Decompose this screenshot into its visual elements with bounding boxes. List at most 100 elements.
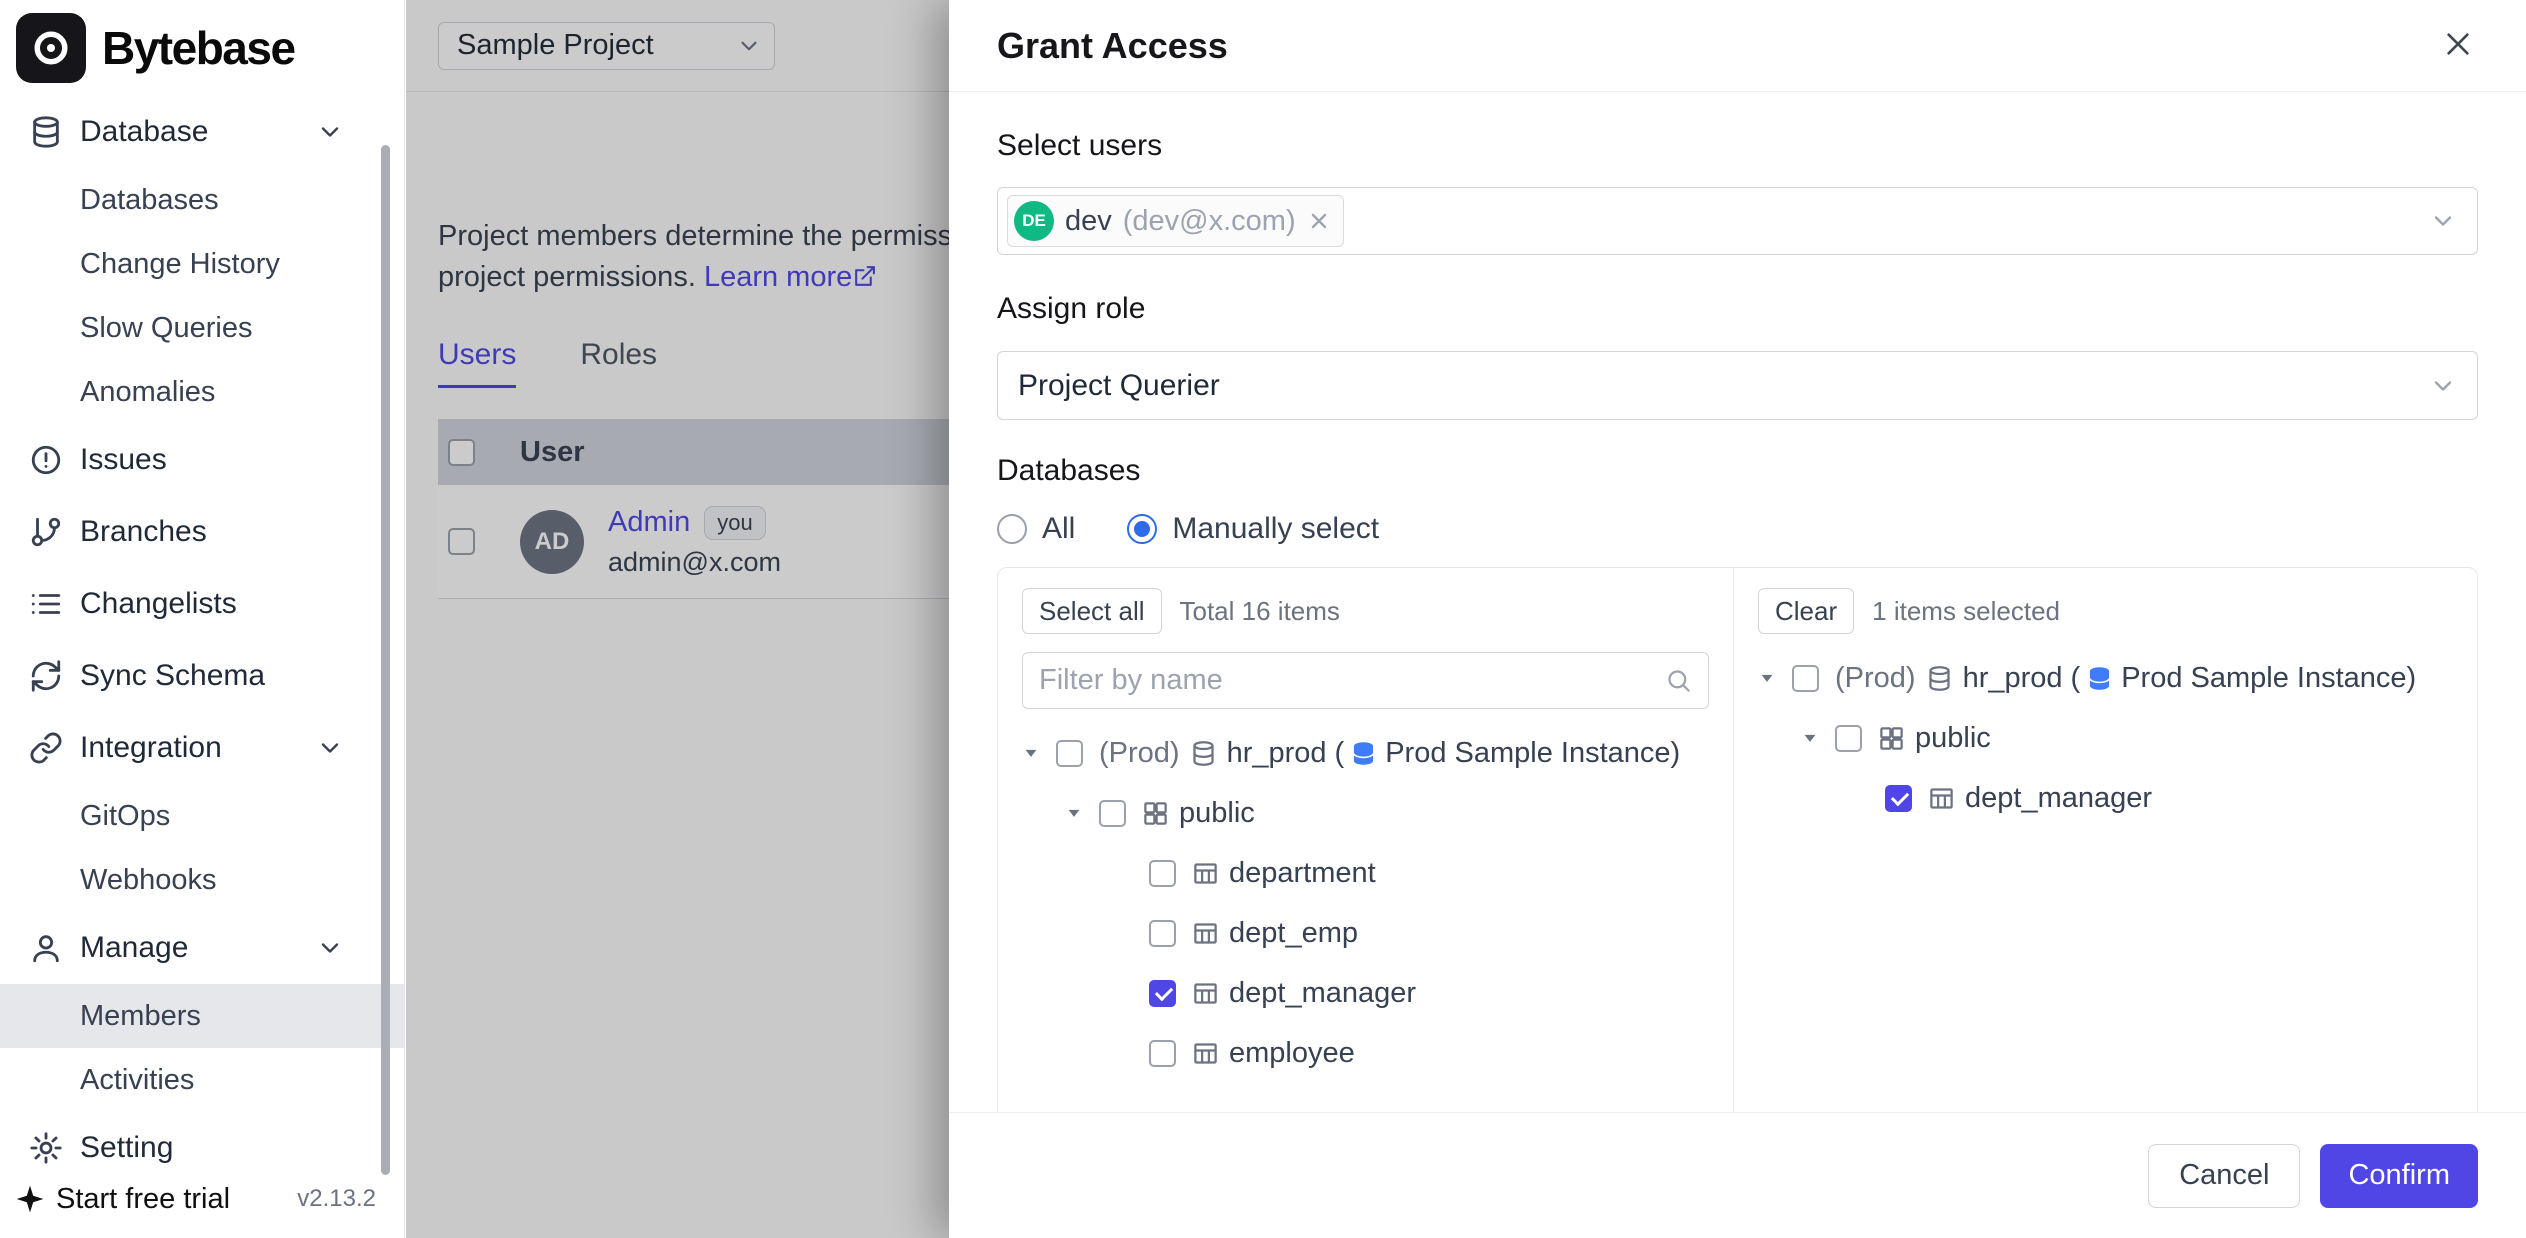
sidebar-item-issues[interactable]: Issues [0,424,404,496]
checkbox[interactable] [1056,740,1083,767]
radio-all[interactable]: All [997,512,1075,546]
user-select-combobox[interactable]: DE dev (dev@x.com) [997,187,2478,255]
selected-count-label: 1 items selected [1872,596,2060,627]
sidebar-item-changelists[interactable]: Changelists [0,568,404,640]
total-items-label: Total 16 items [1180,596,1340,627]
radio-icon [997,514,1027,544]
sidebar-item-change-history[interactable]: Change History [0,232,404,296]
nav-label: Issues [80,443,167,477]
source-tree: (Prod) hr_prod ( Prod Sample Instance) p… [1022,723,1709,1083]
checkbox[interactable] [1149,1040,1176,1067]
nav-label: Webhooks [80,864,217,897]
tree-node-department[interactable]: department [1022,843,1709,903]
selected-panel-header: Clear 1 items selected [1758,588,2453,634]
select-all-button[interactable]: Select all [1022,588,1162,634]
caret-down-icon[interactable] [1065,804,1083,822]
sidebar-item-setting[interactable]: Setting [0,1112,404,1184]
chevron-down-icon [316,734,344,762]
nav-label: Change History [80,248,280,281]
table-icon [1192,860,1219,887]
chevron-down-icon [316,118,344,146]
confirm-button[interactable]: Confirm [2320,1144,2478,1208]
start-free-trial-button[interactable]: Start free trial [14,1183,230,1216]
sidebar-item-slow-queries[interactable]: Slow Queries [0,296,404,360]
grant-access-drawer: Grant Access Select users DE dev (dev@x.… [949,0,2526,1238]
drawer-footer: Cancel Confirm [949,1112,2526,1238]
database-icon [1926,665,1953,692]
tree-node-public[interactable]: public [1758,708,2453,768]
sidebar-item-members[interactable]: Members [0,984,404,1048]
database-icon [1190,740,1217,767]
remove-user-icon[interactable] [1307,209,1331,233]
branch-icon [29,515,63,549]
environment-label: (Prod) [1835,662,1916,695]
nav-label: Anomalies [80,376,215,409]
tree-node-dept-emp[interactable]: dept_emp [1022,903,1709,963]
chip-user-name: dev [1065,205,1112,238]
checkbox[interactable] [1149,920,1176,947]
database-transfer: Select all Total 16 items (Prod) hr_prod… [997,567,2478,1112]
select-users-label: Select users [997,129,2478,163]
chevron-down-icon [316,934,344,962]
spark-icon [14,1183,46,1215]
paren: ( [2071,662,2081,695]
sidebar-item-webhooks[interactable]: Webhooks [0,848,404,912]
sidebar-item-branches[interactable]: Branches [0,496,404,568]
cancel-button[interactable]: Cancel [2148,1144,2300,1208]
tree-node-employee[interactable]: employee [1022,1023,1709,1083]
avatar: DE [1014,201,1054,241]
caret-down-icon[interactable] [1801,729,1819,747]
sidebar-item-activities[interactable]: Activities [0,1048,404,1112]
nav-label: Integration [80,731,222,765]
sidebar-item-manage[interactable]: Manage [0,912,404,984]
checkbox-checked[interactable] [1885,785,1912,812]
postgres-instance-icon [2086,665,2113,692]
sidebar-item-sync-schema[interactable]: Sync Schema [0,640,404,712]
bytebase-logo[interactable]: Bytebase [0,0,404,96]
close-button[interactable] [2438,26,2478,66]
transfer-source-panel: Select all Total 16 items (Prod) hr_prod… [998,568,1734,1112]
checkbox[interactable] [1149,860,1176,887]
sidebar-item-anomalies[interactable]: Anomalies [0,360,404,424]
sidebar-item-integration[interactable]: Integration [0,712,404,784]
tree-node-hr-prod[interactable]: (Prod) hr_prod ( Prod Sample Instance) [1022,723,1709,783]
drawer-body: Select users DE dev (dev@x.com) Assign r… [949,93,2526,1112]
sidebar-item-databases[interactable]: Databases [0,168,404,232]
schema-name: public [1915,722,1991,755]
radio-manual-label: Manually select [1172,512,1379,546]
tree-node-dept-manager[interactable]: dept_manager [1022,963,1709,1023]
sidebar: Bytebase Database Databases Change Histo… [0,0,405,1238]
table-name: department [1229,857,1376,890]
manage-users-icon [29,931,63,965]
sidebar-item-database[interactable]: Database [0,96,404,168]
checkbox[interactable] [1835,725,1862,752]
sidebar-scrollbar-thumb[interactable] [381,145,390,1175]
sidebar-nav: Database Databases Change History Slow Q… [0,96,404,1184]
tree-node-hr-prod[interactable]: (Prod) hr_prod ( Prod Sample Instance) [1758,648,2453,708]
nav-label: Members [80,1000,201,1033]
version-label: v2.13.2 [297,1185,376,1213]
caret-down-icon[interactable] [1022,744,1040,762]
clear-button[interactable]: Clear [1758,588,1854,634]
role-select[interactable]: Project Querier [997,351,2478,420]
checkbox[interactable] [1792,665,1819,692]
database-icon [29,115,63,149]
checkbox-checked[interactable] [1149,980,1176,1007]
environment-label: (Prod) [1099,737,1180,770]
radio-manually-select[interactable]: Manually select [1127,512,1379,546]
nav-label: GitOps [80,800,170,833]
tree-node-public[interactable]: public [1022,783,1709,843]
search-icon [1665,667,1692,694]
table-icon [1192,980,1219,1007]
nav-label: Slow Queries [80,312,252,345]
checkbox[interactable] [1099,800,1126,827]
filter-field [1022,652,1709,709]
selected-user-chip: DE dev (dev@x.com) [1007,195,1344,247]
sidebar-item-gitops[interactable]: GitOps [0,784,404,848]
caret-down-icon[interactable] [1758,669,1776,687]
table-name: dept_manager [1229,977,1416,1010]
filter-input[interactable] [1039,664,1665,697]
gear-icon [29,1131,63,1165]
tree-node-dept-manager[interactable]: dept_manager [1758,768,2453,828]
nav-label: Manage [80,931,188,965]
